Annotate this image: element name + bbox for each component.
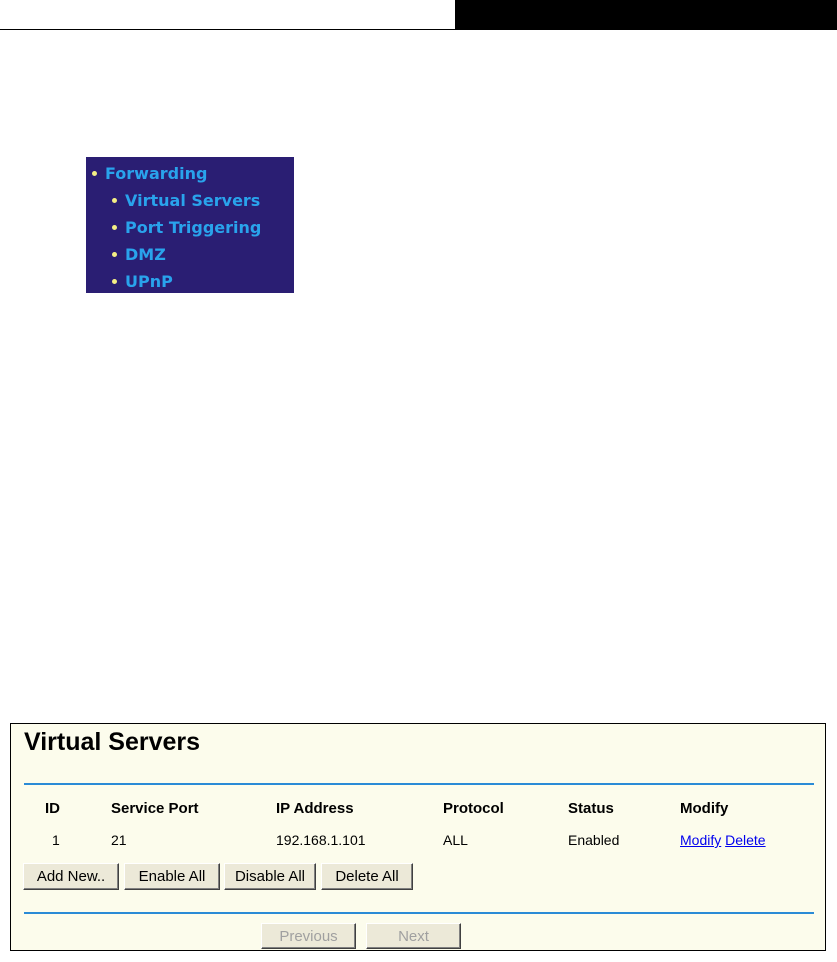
delete-link[interactable]: Delete <box>725 832 765 848</box>
modify-link[interactable]: Modify <box>680 832 721 848</box>
column-header-protocol: Protocol <box>443 800 504 817</box>
cell-status: Enabled <box>568 832 620 848</box>
header-bar <box>455 0 837 29</box>
column-header-ip-address: IP Address <box>276 800 354 817</box>
bullet-icon <box>92 171 97 176</box>
cell-service-port: 21 <box>111 832 127 848</box>
column-header-service-port: Service Port <box>111 800 199 817</box>
forwarding-menu: Forwarding Virtual Servers Port Triggeri… <box>86 157 294 293</box>
cell-ip-address: 192.168.1.101 <box>276 832 366 848</box>
cell-protocol: ALL <box>443 832 468 848</box>
disable-all-button[interactable]: Disable All <box>224 863 316 890</box>
header-rule <box>0 29 837 30</box>
next-button[interactable]: Next <box>366 923 461 949</box>
divider-bottom <box>24 912 814 914</box>
delete-all-button[interactable]: Delete All <box>321 863 413 890</box>
divider-top <box>24 783 814 785</box>
page-title: Virtual Servers <box>24 728 201 756</box>
add-new-button[interactable]: Add New.. <box>23 863 119 890</box>
menu-item-label: Virtual Servers <box>125 191 261 210</box>
cell-modify: Modify Delete <box>680 832 766 848</box>
column-header-id: ID <box>45 800 60 817</box>
previous-button[interactable]: Previous <box>261 923 356 949</box>
menu-item-virtual-servers[interactable]: Virtual Servers <box>86 187 294 214</box>
menu-item-port-triggering[interactable]: Port Triggering <box>86 214 294 241</box>
cell-id: 1 <box>52 832 60 848</box>
bullet-icon <box>112 279 117 284</box>
menu-item-label: Forwarding <box>105 164 208 183</box>
column-header-status: Status <box>568 800 614 817</box>
bullet-icon <box>112 198 117 203</box>
enable-all-button[interactable]: Enable All <box>124 863 220 890</box>
menu-item-forwarding[interactable]: Forwarding <box>86 160 294 187</box>
menu-item-label: UPnP <box>125 272 173 291</box>
bullet-icon <box>112 225 117 230</box>
menu-item-label: DMZ <box>125 245 166 264</box>
menu-item-upnp[interactable]: UPnP <box>86 268 294 295</box>
menu-item-label: Port Triggering <box>125 218 262 237</box>
menu-item-dmz[interactable]: DMZ <box>86 241 294 268</box>
column-header-modify: Modify <box>680 800 729 817</box>
virtual-servers-panel: Virtual Servers ID Service Port IP Addre… <box>10 723 826 951</box>
bullet-icon <box>112 252 117 257</box>
